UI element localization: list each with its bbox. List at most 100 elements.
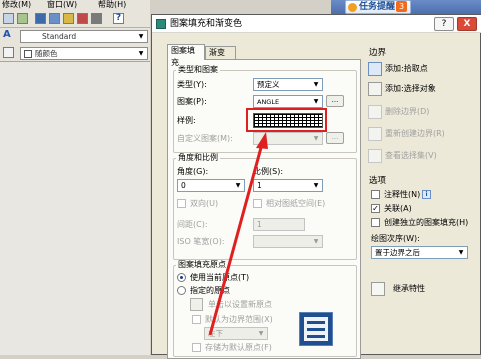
specified-origin-label: 指定的原点 [190, 286, 230, 295]
set-origin-icon[interactable] [190, 298, 203, 311]
options-title: 选项 [369, 176, 387, 186]
click-set-origin-label: 单击以设置新原点 [208, 300, 272, 309]
layer-toolbar: 随颜色 ▼ [0, 44, 150, 62]
draw-order-label: 绘图次序(W): [371, 234, 420, 243]
default-boundary-checkbox[interactable] [192, 315, 201, 324]
default-boundary-label: 默认为边界范围(X) [205, 315, 273, 324]
chevron-down-icon: ▼ [313, 135, 319, 142]
help-button[interactable]: ? [434, 17, 454, 31]
tool-icon-5[interactable] [63, 13, 74, 24]
add-select-objects-icon[interactable] [368, 82, 382, 96]
text-style-icon: A [3, 30, 14, 41]
type-label: 类型(Y): [177, 80, 207, 89]
recreate-boundary-label[interactable]: 重新创建边界(R) [385, 129, 445, 139]
scale-select[interactable]: 1 ▼ [253, 179, 323, 192]
pattern-select[interactable]: ANGLE ▼ [253, 95, 323, 108]
tool-icon-1[interactable] [3, 13, 14, 24]
recreate-boundary-icon[interactable] [368, 127, 382, 141]
angle-label: 角度(G): [177, 167, 209, 176]
menu-window[interactable]: 窗口(W) [47, 0, 77, 9]
pattern-select-value: ANGLE [257, 98, 280, 106]
layer-icon[interactable] [3, 47, 14, 58]
store-default-checkbox[interactable] [192, 343, 201, 352]
chevron-down-icon: ▼ [313, 238, 319, 245]
origin-position-value: 左下 [208, 329, 223, 338]
tool-icon-2[interactable] [17, 13, 28, 24]
view-selection-icon[interactable] [368, 149, 382, 163]
color-combo[interactable]: 随颜色 ▼ [20, 47, 148, 60]
color-swatch-icon [24, 50, 32, 58]
type-select[interactable]: 预定义 ▼ [253, 78, 323, 91]
style-toolbar: A Standard ▼ [0, 28, 150, 44]
spacing-field[interactable]: 1 [253, 218, 305, 231]
task-reminder-label: 任务提醒 [359, 2, 396, 12]
spacing-value: 1 [257, 220, 262, 229]
separate-hatches-label: 创建独立的图案填充(H) [384, 218, 469, 227]
associative-checkbox[interactable]: ✓ [371, 204, 380, 213]
tab-hatch[interactable]: 图案填充 [167, 44, 205, 67]
tool-icon-7[interactable] [91, 13, 102, 24]
chevron-down-icon: ▼ [313, 81, 319, 88]
hatch-dialog: 图案填充和渐变色 ? X 图案填充 渐变色 类型和图案 类型(Y): 预定义 ▼… [151, 14, 481, 359]
specified-origin-radio[interactable] [177, 286, 186, 295]
relative-paper-checkbox[interactable] [253, 199, 262, 208]
tool-icon-4[interactable] [49, 13, 60, 24]
annotative-label: 注释性(N) [384, 190, 421, 199]
hatch-tab-panel: 类型和图案 类型(Y): 预定义 ▼ 图案(P): ANGLE ▼ ... 样例… [167, 59, 361, 359]
draw-order-select[interactable]: 置于边界之后 ▼ [371, 246, 468, 259]
tab-gradient[interactable]: 渐变色 [205, 46, 236, 69]
use-current-origin-radio[interactable] [177, 273, 186, 282]
angle-scale-group-title: 角度和比例 [176, 153, 220, 163]
store-default-label: 存储为默认原点(F) [205, 343, 272, 352]
remove-boundary-label[interactable]: 删除边界(D) [385, 107, 429, 117]
tool-icon-6[interactable] [77, 13, 88, 24]
custom-pattern-label: 自定义图案(M): [177, 134, 233, 143]
double-checkbox[interactable] [177, 199, 186, 208]
custom-pattern-select[interactable]: ▼ [253, 132, 323, 145]
menu-modify[interactable]: 修改(M) [2, 0, 31, 9]
use-current-origin-label: 使用当前原点(T) [190, 273, 250, 282]
draw-order-value: 置于边界之后 [375, 248, 420, 257]
type-pattern-group-title: 类型和图案 [176, 65, 220, 75]
menu-help[interactable]: 帮助(H) [98, 0, 126, 9]
pattern-label: 图案(P): [177, 97, 207, 106]
angle-value: 0 [181, 181, 186, 190]
drawing-area[interactable] [0, 62, 150, 355]
app-icon [156, 19, 166, 29]
chevron-down-icon: ▼ [235, 182, 241, 189]
close-button[interactable]: X [457, 17, 477, 31]
info-icon[interactable]: i [422, 190, 431, 199]
origin-position-select[interactable]: 左下 ▼ [204, 327, 268, 340]
inherit-properties-label[interactable]: 继承特性 [393, 284, 425, 294]
remove-boundary-icon[interactable] [368, 105, 382, 119]
angle-select[interactable]: 0 ▼ [177, 179, 245, 192]
type-select-value: 预定义 [257, 80, 280, 89]
dialog-title: 图案填充和渐变色 [170, 19, 243, 29]
add-select-objects-label[interactable]: 添加:选择对象 [385, 84, 436, 94]
origin-preview-icon [299, 312, 333, 346]
inherit-properties-icon[interactable] [371, 282, 385, 296]
sample-label: 样例: [177, 116, 196, 125]
add-pick-points-icon[interactable] [368, 62, 382, 76]
chevron-down-icon: ▼ [458, 249, 464, 256]
associative-label: 关联(A) [384, 204, 412, 213]
iso-pen-width-label: ISO 笔宽(O): [177, 237, 225, 246]
add-pick-points-label[interactable]: 添加:拾取点 [385, 64, 428, 74]
standard-toolbar: ? [0, 10, 150, 28]
boundary-title: 边界 [369, 48, 387, 58]
iso-pen-width-select[interactable]: ▼ [253, 235, 323, 248]
annotative-checkbox[interactable] [371, 190, 380, 199]
custom-browse-button[interactable]: ... [326, 132, 344, 144]
scale-label: 比例(S): [253, 167, 284, 176]
text-style-combo[interactable]: Standard ▼ [20, 30, 148, 43]
chevron-down-icon: ▼ [138, 50, 144, 57]
pattern-browse-button[interactable]: ... [326, 95, 344, 107]
spacing-label: 间距(C): [177, 220, 208, 229]
chevron-down-icon: ▼ [313, 98, 319, 105]
separate-hatches-checkbox[interactable] [371, 218, 380, 227]
help-icon[interactable]: ? [113, 13, 124, 24]
view-selection-label[interactable]: 查看选择集(V) [385, 151, 437, 161]
highlight-box [246, 108, 327, 132]
dialog-titlebar: 图案填充和渐变色 ? X [152, 15, 481, 33]
tool-icon-3[interactable] [35, 13, 46, 24]
